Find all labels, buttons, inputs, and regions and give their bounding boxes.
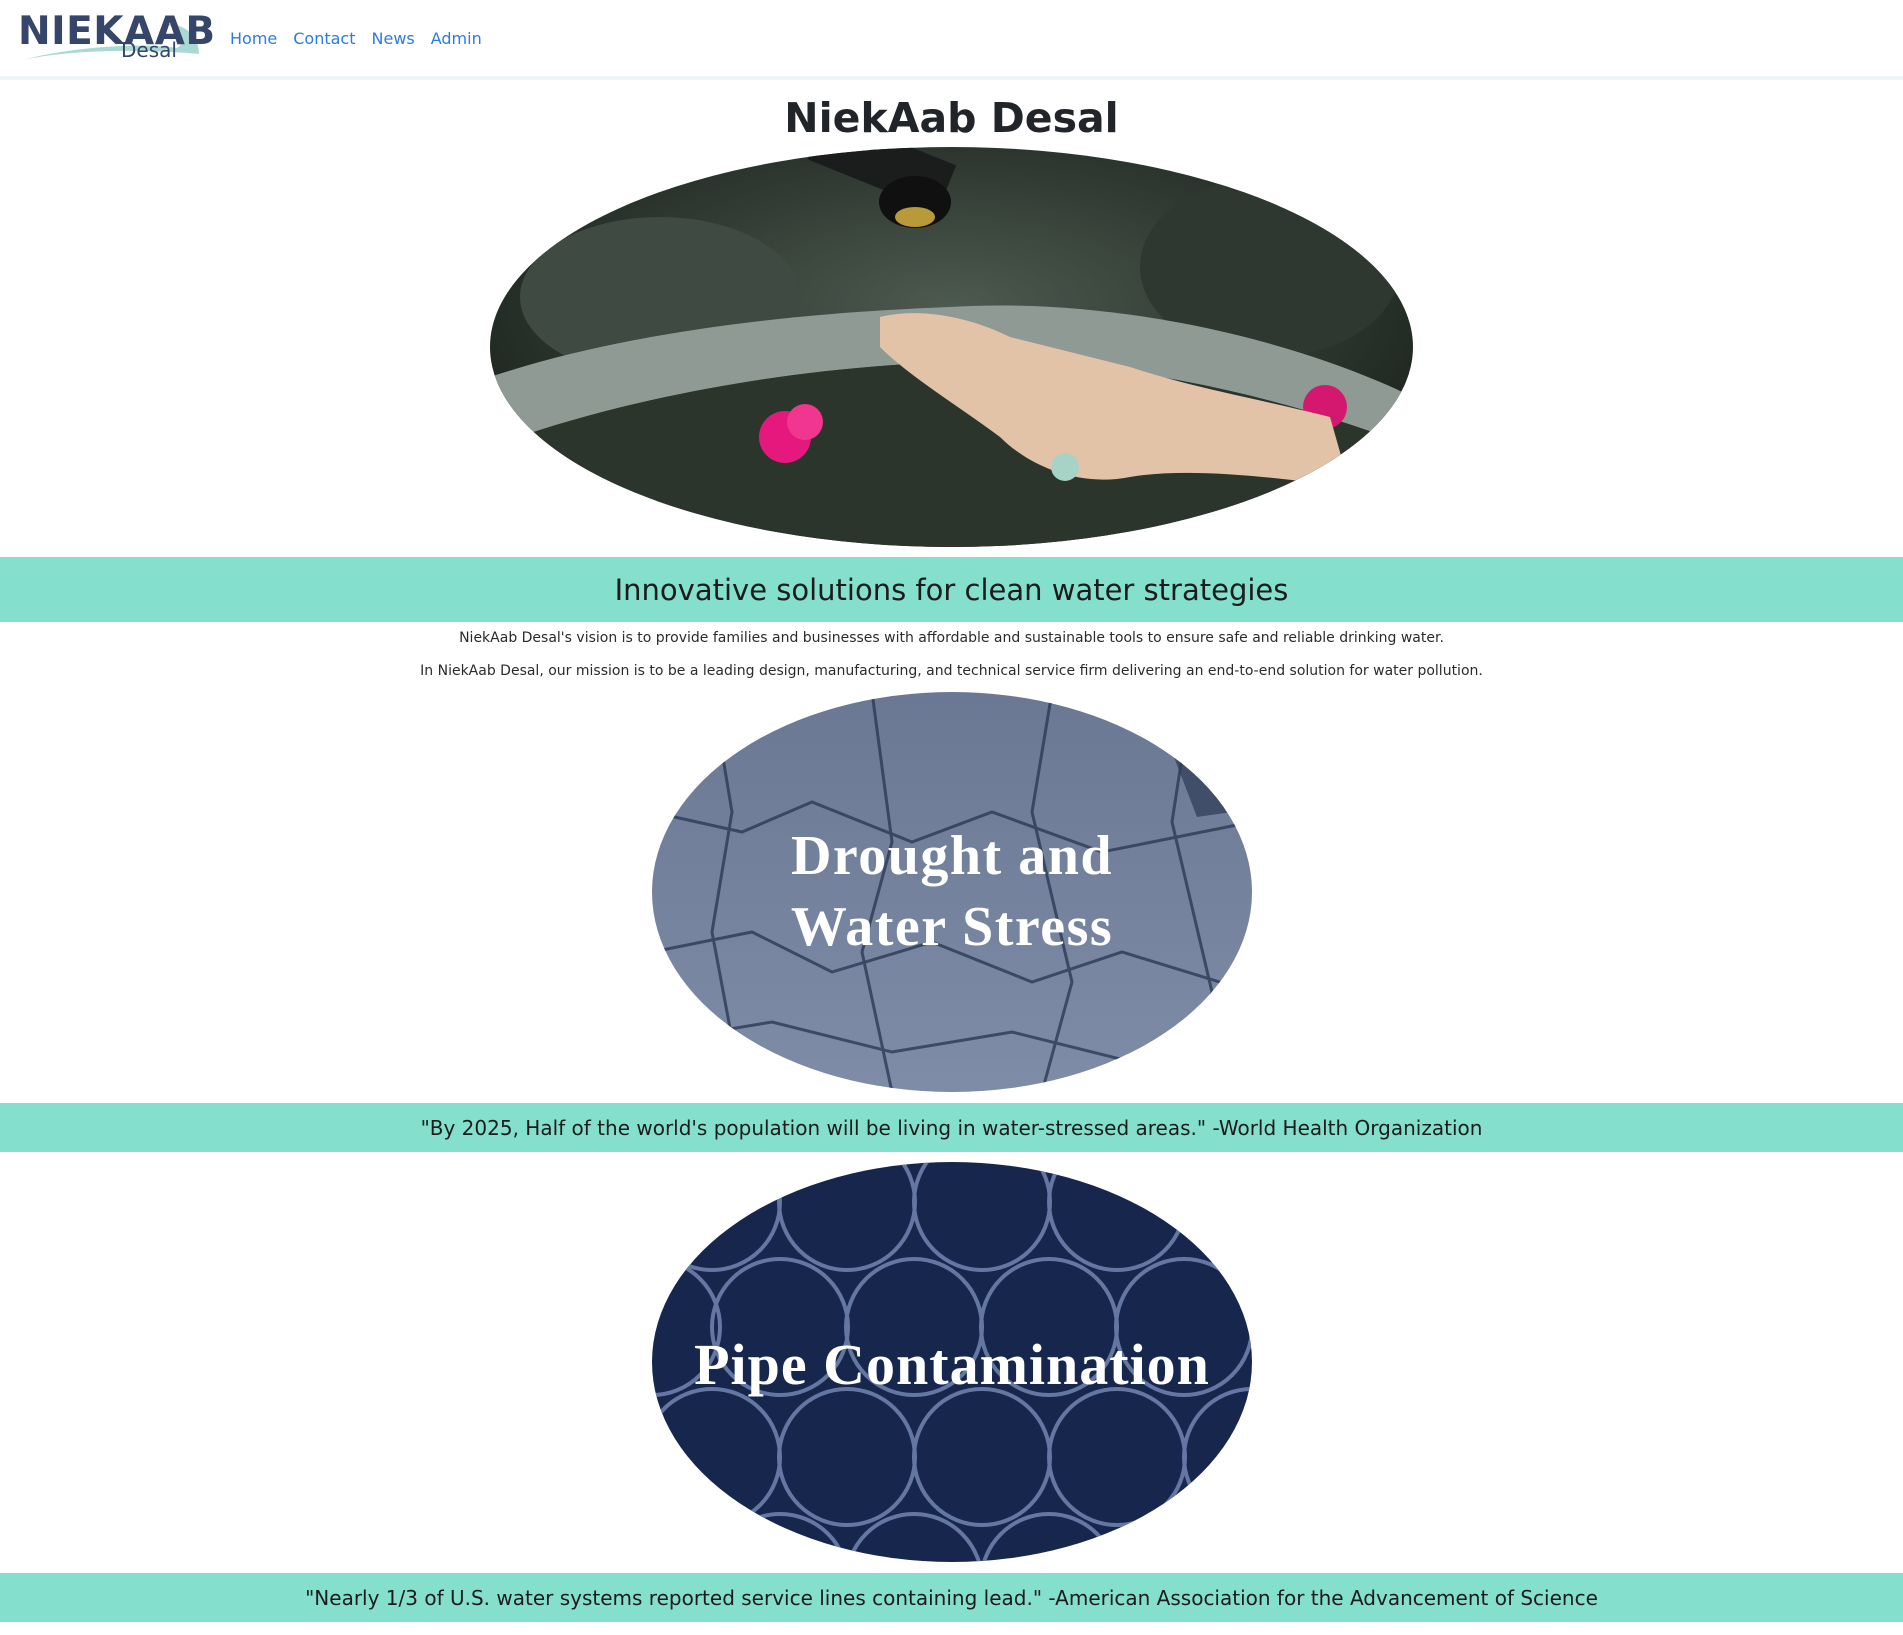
mission-statement: In NiekAab Desal, our mission is to be a…: [420, 663, 1483, 679]
drought-heading-line2: Water Stress: [790, 896, 1112, 958]
page-title: NiekAab Desal: [784, 94, 1119, 142]
tagline-text: Innovative solutions for clean water str…: [614, 572, 1289, 607]
logo-subtitle: Desal: [121, 38, 177, 62]
hero-image-wrapper: [0, 147, 1903, 547]
drought-card: Drought and Water Stress: [0, 692, 1903, 1092]
main-nav: Home Contact News Admin: [222, 29, 490, 48]
nav-home-link[interactable]: Home: [222, 29, 285, 48]
vision-statement: NiekAab Desal's vision is to provide fam…: [459, 630, 1444, 646]
drought-image: Drought and Water Stress: [651, 692, 1252, 1092]
hero-water-image: [490, 147, 1413, 547]
nav-contact-link[interactable]: Contact: [285, 29, 363, 48]
nav-admin-link[interactable]: Admin: [423, 29, 490, 48]
drought-quote: "By 2025, Half of the world's population…: [420, 1115, 1483, 1140]
nav-news-link[interactable]: News: [364, 29, 423, 48]
brand-logo[interactable]: NIEKAAB Desal: [17, 10, 215, 66]
vision-section: NiekAab Desal's vision is to provide fam…: [0, 622, 1903, 688]
pipe-image: Pipe Contamination: [651, 1162, 1252, 1562]
tagline-banner: Innovative solutions for clean water str…: [0, 557, 1903, 622]
pipe-quote-banner: "Nearly 1/3 of U.S. water systems report…: [0, 1573, 1903, 1622]
pipe-card: Pipe Contamination: [0, 1162, 1903, 1562]
pipe-quote: "Nearly 1/3 of U.S. water systems report…: [305, 1585, 1598, 1610]
drought-heading-line1: Drought and: [790, 825, 1112, 887]
drought-quote-banner: "By 2025, Half of the world's population…: [0, 1103, 1903, 1152]
logo-wordmark: NIEKAAB: [18, 9, 216, 54]
navbar: NIEKAAB Desal Home Contact News Admin: [0, 0, 1903, 80]
pipe-heading: Pipe Contamination: [694, 1332, 1210, 1397]
